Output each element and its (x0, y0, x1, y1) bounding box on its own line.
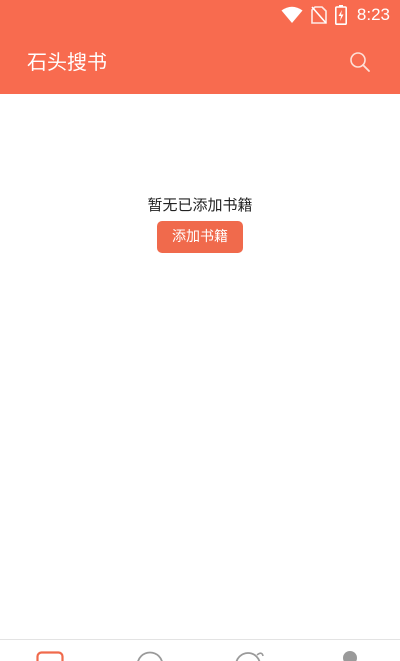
wifi-icon (281, 6, 303, 24)
discover-icon (235, 652, 264, 661)
explore-icon (137, 651, 163, 661)
status-time: 8:23 (356, 5, 390, 24)
no-sim-icon (311, 6, 327, 24)
nav-item-discover[interactable] (200, 640, 300, 661)
nav-item-bookshelf[interactable] (0, 640, 100, 661)
app-title: 石头搜书 (27, 50, 107, 74)
nav-item-explore[interactable] (100, 640, 200, 661)
empty-message: 暂无已添加书籍 (147, 196, 253, 214)
search-button[interactable] (348, 50, 372, 74)
status-bar: 8:23 (0, 0, 400, 30)
app-toolbar: 石头搜书 (0, 30, 400, 94)
search-icon (348, 52, 372, 78)
bookshelf-icon (36, 651, 64, 661)
battery-charging-icon (334, 5, 347, 25)
app-screen: 8:23 石头搜书 暂无已添加书籍 添加书籍 (0, 0, 400, 661)
empty-bookshelf-state: 暂无已添加书籍 添加书籍 (0, 195, 400, 253)
add-books-button[interactable]: 添加书籍 (157, 221, 243, 253)
bottom-navigation (0, 639, 400, 661)
profile-icon (343, 651, 357, 661)
nav-item-profile[interactable] (300, 640, 400, 661)
status-icons: 8:23 (281, 5, 390, 25)
